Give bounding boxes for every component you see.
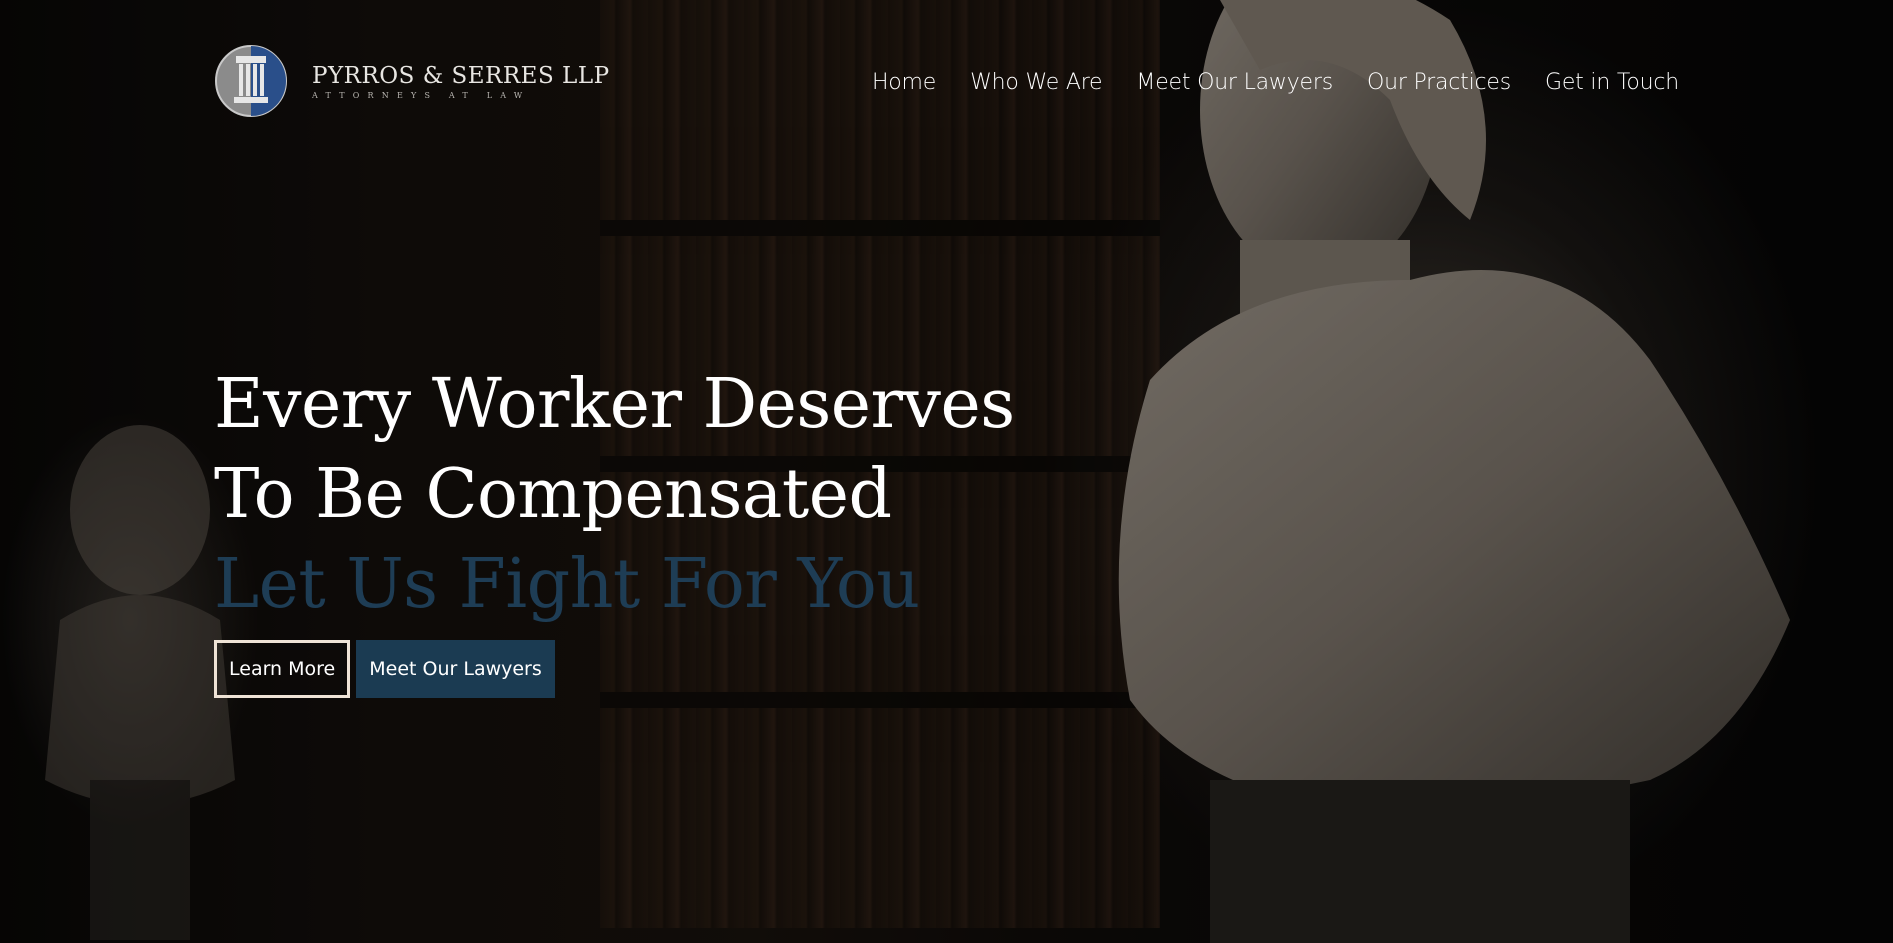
nav-item-who-we-are[interactable]: Who We Are [970,70,1102,95]
nav-item-home[interactable]: Home [872,70,936,95]
hero-actions: Learn More Meet Our Lawyers [214,640,555,698]
nav-item-get-in-touch[interactable]: Get in Touch [1545,70,1679,95]
hero-headline: Every Worker Deserves To Be Compensated … [214,360,1015,630]
brand-name: PYRROS & SERRES LLP [312,62,610,89]
learn-more-button[interactable]: Learn More [214,640,351,698]
brand-tagline: ATTORNEYS AT LAW [312,90,531,100]
headline-line-2: To Be Compensated [214,455,892,534]
nav-item-our-practices[interactable]: Our Practices [1367,70,1511,95]
headline-accent-line: Let Us Fight For You [214,545,920,624]
hero-section: PYRROS & SERRES LLP ATTORNEYS AT LAW Hom… [0,0,1893,943]
nav-item-meet-our-lawyers[interactable]: Meet Our Lawyers [1136,70,1333,95]
main-navigation: Home Who We Are Meet Our Lawyers Our Pra… [872,70,1679,95]
meet-our-lawyers-button[interactable]: Meet Our Lawyers [356,640,555,698]
brand-logo[interactable]: PYRROS & SERRES LLP ATTORNEYS AT LAW [214,42,610,120]
column-pillar-icon [215,45,287,117]
headline-line-1: Every Worker Deserves [214,365,1015,444]
